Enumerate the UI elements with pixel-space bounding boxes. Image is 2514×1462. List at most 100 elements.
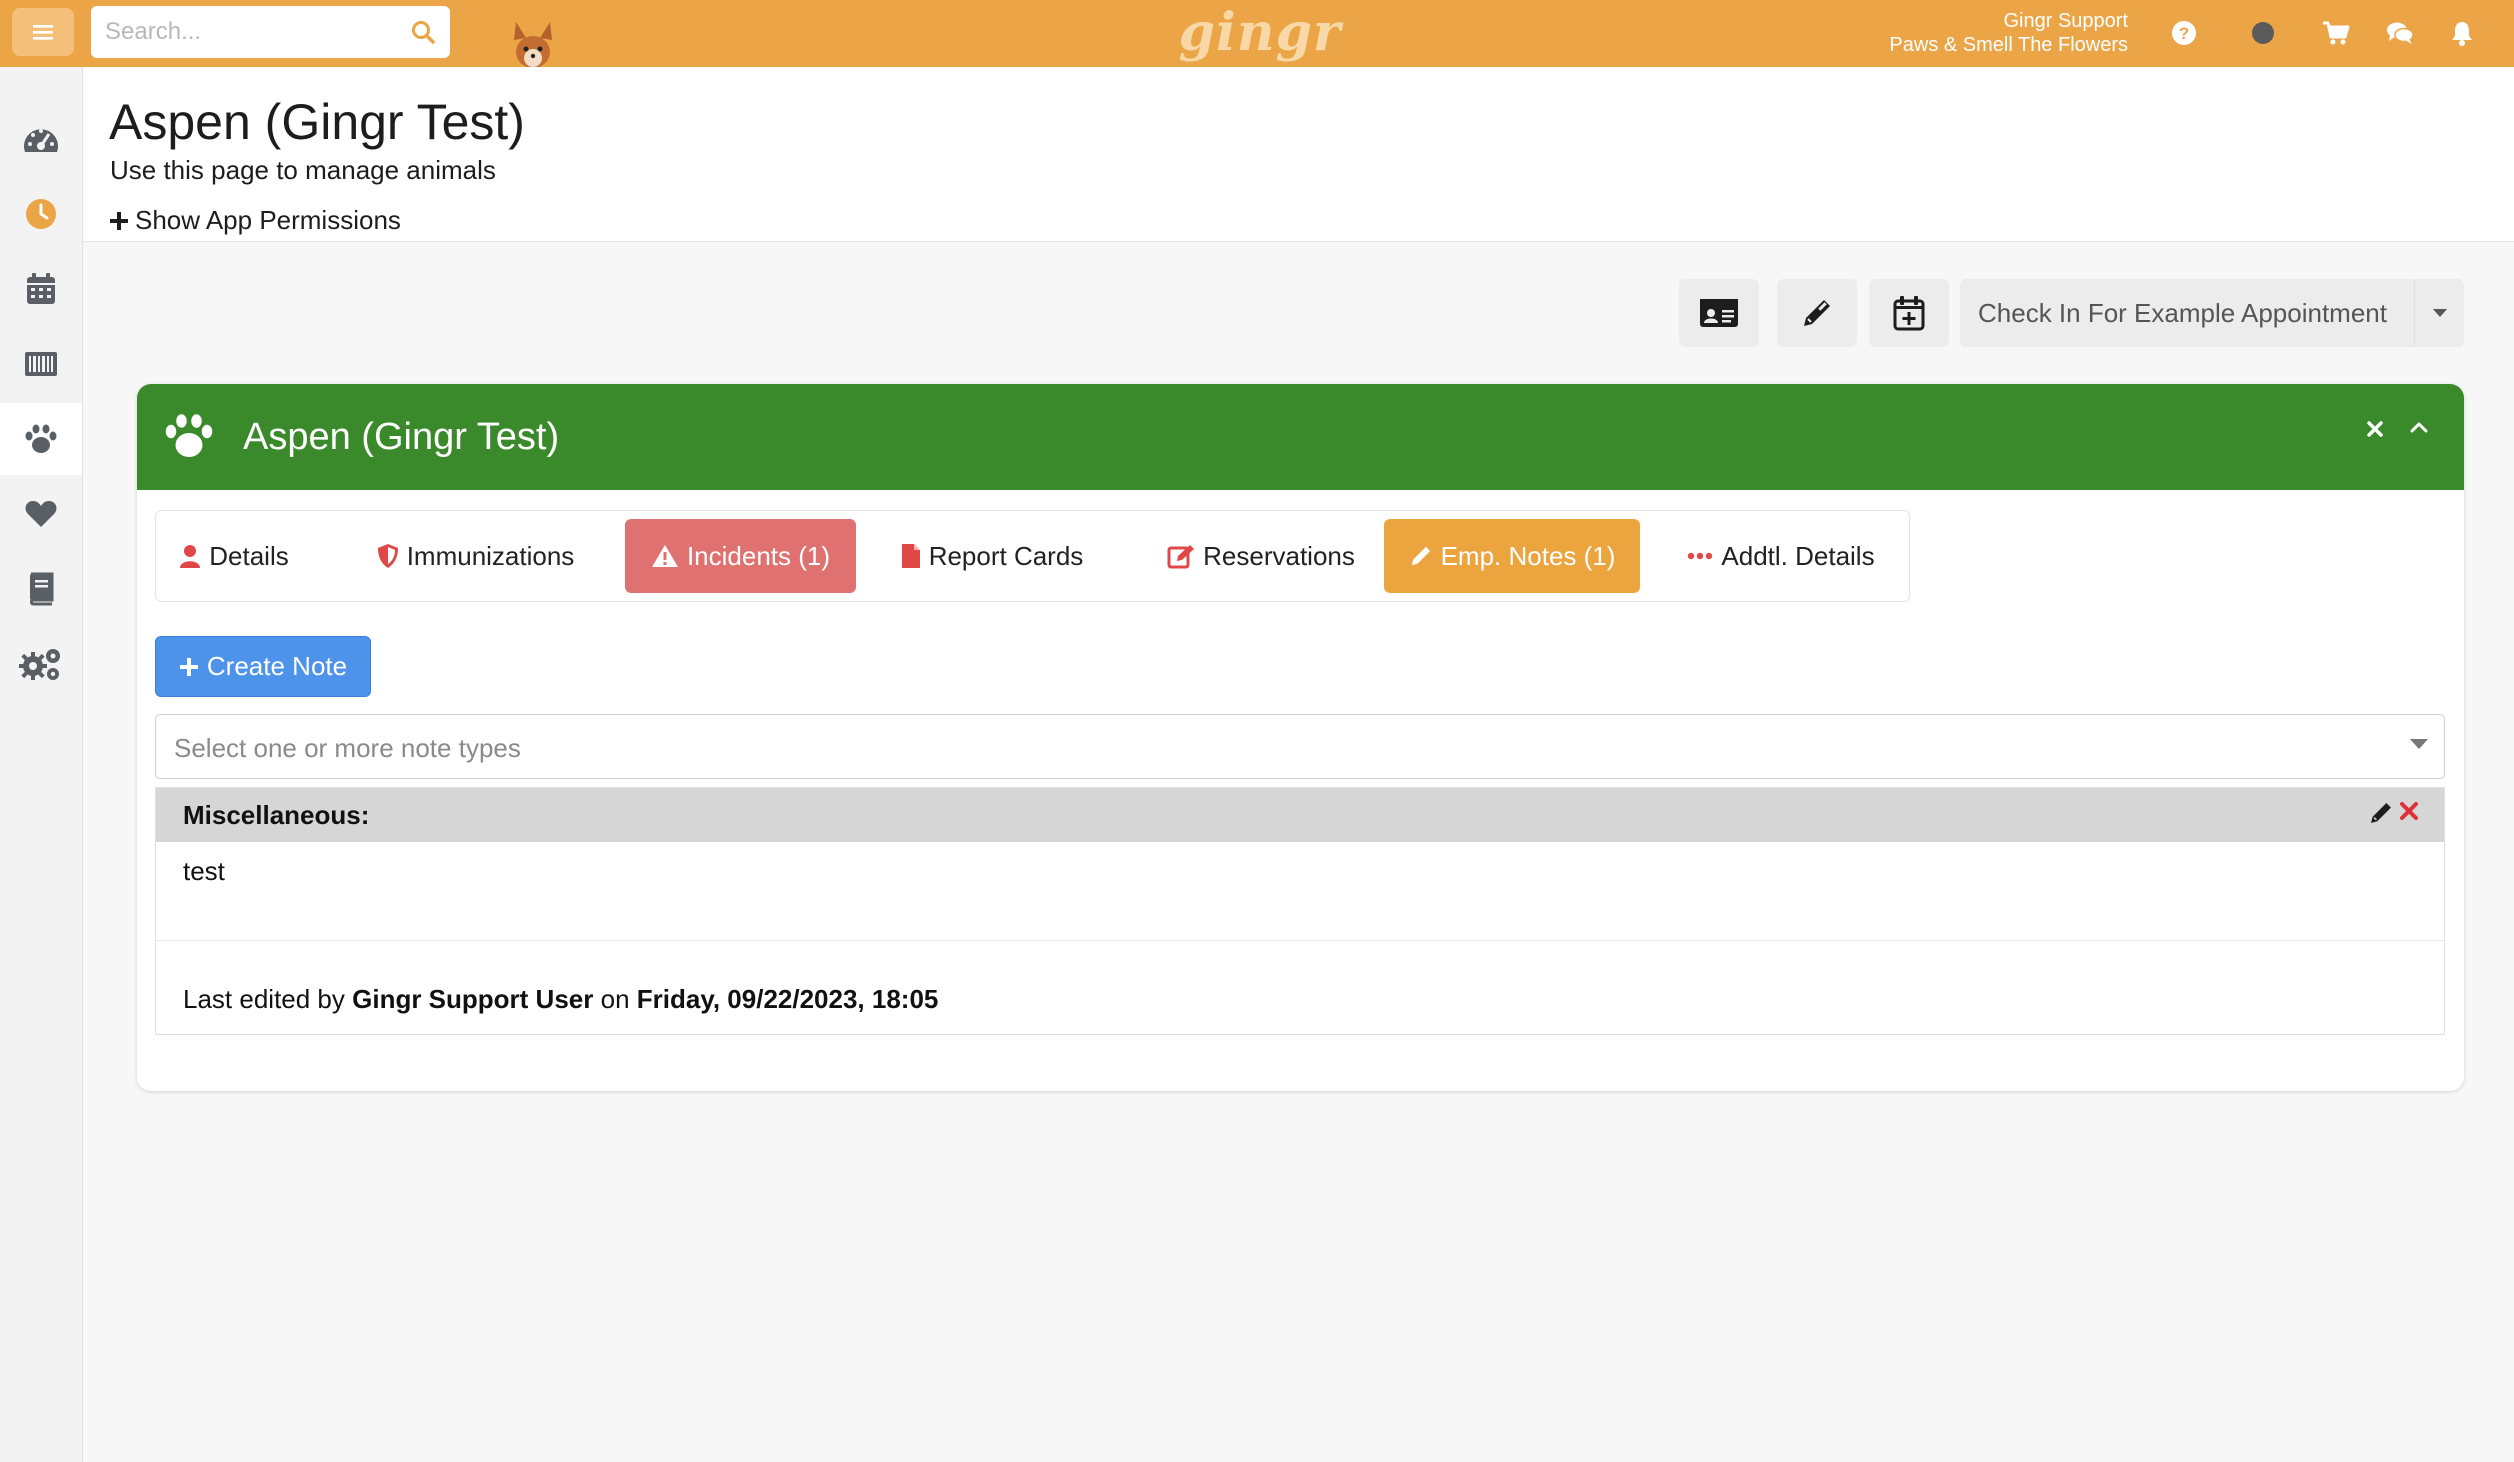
note-meta-prefix: Last edited by (183, 984, 345, 1014)
pencil-icon[interactable] (2368, 800, 2394, 826)
note-meta-date: Friday, 09/22/2023, 18:05 (636, 984, 939, 1014)
file-icon (901, 544, 920, 568)
tab-emp-notes[interactable]: Emp. Notes (1) (1384, 519, 1640, 593)
search-icon[interactable] (410, 19, 436, 45)
sidebar-item-dashboard[interactable] (0, 103, 82, 175)
animal-panel-title: Aspen (Gingr Test) (243, 416, 560, 458)
pencil-icon (1804, 300, 1830, 326)
note-divider (156, 940, 2444, 941)
page-title: Aspen (Gingr Test) (109, 94, 525, 150)
chevron-up-icon[interactable] (2409, 420, 2429, 434)
warning-icon (651, 545, 678, 567)
tab-report-cards[interactable]: Report Cards (892, 519, 1092, 593)
delete-icon[interactable] (2398, 800, 2420, 822)
settings-icon (19, 649, 60, 680)
plus-icon (110, 211, 128, 230)
sidebar-item-clock[interactable] (0, 178, 82, 250)
caret-down-icon (2410, 739, 2428, 749)
animal-tabs: Details Immunizations Incidents (1) Repo… (155, 510, 1910, 602)
tab-immunizations-label: Immunizations (406, 540, 575, 571)
sidebar-item-favorites[interactable] (0, 478, 82, 550)
tab-addtl-details-label: Addtl. Details (1721, 540, 1875, 571)
tab-report-cards-label: Report Cards (928, 540, 1084, 571)
animal-panel-header: Aspen (Gingr Test) (137, 384, 2464, 490)
barcode-icon (25, 352, 57, 376)
note-type-placeholder: Select one or more note types (174, 733, 521, 763)
edit-square-icon (1167, 545, 1195, 569)
cart-icon (2323, 21, 2350, 45)
add-reservation-button[interactable] (1869, 279, 1949, 347)
tab-reservations[interactable]: Reservations (1136, 519, 1386, 593)
animal-panel: Aspen (Gingr Test) Details Immunizations (137, 384, 2464, 1091)
create-note-button[interactable]: Create Note (155, 636, 371, 697)
sidebar-item-barcode[interactable] (0, 328, 82, 400)
show-app-permissions-label: Show App Permissions (135, 205, 401, 235)
sidebar-item-animals[interactable] (0, 403, 82, 475)
business-name: Paws & Smell The Flowers (1889, 34, 2128, 56)
calendar-icon (27, 273, 55, 304)
dashboard-icon (24, 129, 58, 152)
note-type-select[interactable]: Select one or more note types (155, 714, 2445, 779)
fox-mascot-icon (514, 22, 552, 68)
user-name: Gingr Support (2003, 10, 2128, 32)
check-in-label[interactable]: Check In For Example Appointment (1978, 298, 2387, 329)
show-app-permissions-toggle[interactable]: Show App Permissions (109, 205, 401, 236)
note-meta: Last edited by Gingr Support User on Fri… (183, 984, 938, 1015)
tab-emp-notes-label: Emp. Notes (1) (1440, 540, 1616, 571)
tab-details-label: Details (209, 540, 289, 571)
sidebar-item-settings[interactable] (0, 628, 82, 700)
status-dot-icon (2252, 22, 2274, 44)
close-icon[interactable] (2366, 420, 2384, 438)
book-icon (30, 572, 54, 606)
user-icon (180, 545, 201, 568)
plus-icon (179, 657, 198, 676)
tab-immunizations[interactable]: Immunizations (364, 519, 587, 593)
tab-reservations-label: Reservations (1203, 540, 1355, 571)
note-meta-user: Gingr Support User (352, 984, 594, 1014)
note-body: test (183, 856, 225, 886)
sidebar-item-reports[interactable] (0, 553, 82, 625)
notifications-button[interactable] (2447, 18, 2477, 48)
animal-id-card-button[interactable] (1679, 279, 1759, 347)
page-header: Aspen (Gingr Test) Use this page to mana… (83, 67, 2514, 242)
heart-icon (25, 501, 57, 527)
menu-toggle-button[interactable] (12, 8, 74, 56)
note-meta-on: on (600, 984, 630, 1014)
status-indicator[interactable] (2248, 18, 2278, 48)
note-card-header: Miscellaneous: (156, 788, 2444, 842)
tab-details[interactable]: Details (174, 519, 294, 593)
paw-icon (25, 424, 57, 453)
chat-icon (2387, 22, 2414, 44)
note-type-label: Miscellaneous: (183, 800, 370, 830)
note-card: Miscellaneous: test Last edited by Gingr… (155, 787, 2445, 1035)
help-button[interactable]: ? (2169, 18, 2199, 48)
check-in-dropdown[interactable]: Check In For Example Appointment (1960, 279, 2464, 347)
tab-addtl-details[interactable]: Addtl. Details (1676, 519, 1886, 593)
clock-icon (26, 199, 56, 229)
check-in-caret-button[interactable] (2414, 279, 2464, 347)
create-note-label: Create Note (206, 651, 348, 681)
messages-button[interactable] (2385, 18, 2415, 48)
search-input[interactable] (105, 6, 395, 58)
tab-incidents[interactable]: Incidents (1) (625, 519, 856, 593)
edit-animal-button[interactable] (1777, 279, 1857, 347)
question-circle-icon: ? (2172, 21, 2196, 45)
tab-incidents-label: Incidents (1) (686, 540, 831, 571)
user-info[interactable]: Gingr Support Paws & Smell The Flowers (1889, 9, 2128, 57)
sidebar-item-calendar[interactable] (0, 253, 82, 325)
calendar-plus-icon (1893, 296, 1925, 331)
page-subtitle: Use this page to manage animals (110, 155, 496, 185)
ellipsis-icon (1688, 552, 1713, 560)
search-box (91, 6, 450, 58)
bell-icon (2452, 22, 2472, 46)
hamburger-icon (33, 25, 53, 40)
paw-icon (165, 414, 213, 457)
caret-down-icon (2432, 309, 2447, 317)
top-bar: gingr Gingr Support Paws & Smell The Flo… (0, 0, 2514, 68)
cart-button[interactable] (2321, 18, 2351, 48)
id-card-icon (1700, 299, 1738, 327)
gingr-logo: gingr (1178, 1, 1342, 63)
pencil-icon (1411, 546, 1430, 566)
svg-text:?: ? (2179, 24, 2189, 43)
sidebar (0, 67, 83, 1462)
